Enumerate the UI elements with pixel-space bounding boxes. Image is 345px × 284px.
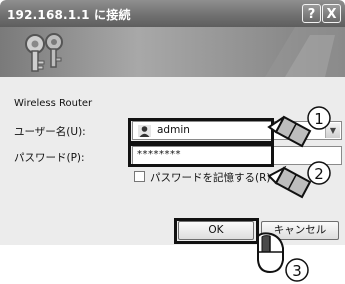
svg-text:2: 2 — [314, 165, 324, 183]
step-number-overlay: 1 2 3 — [285, 106, 331, 282]
step2-marker: 2 — [307, 161, 331, 185]
step3-marker: 3 — [285, 258, 309, 282]
step1-marker: 1 — [307, 106, 331, 130]
svg-text:1: 1 — [314, 110, 324, 128]
screenshot-stage: 192.168.1.1 に接続 ? X Wireless Router ユーザー… — [0, 0, 345, 284]
svg-text:3: 3 — [292, 262, 302, 280]
